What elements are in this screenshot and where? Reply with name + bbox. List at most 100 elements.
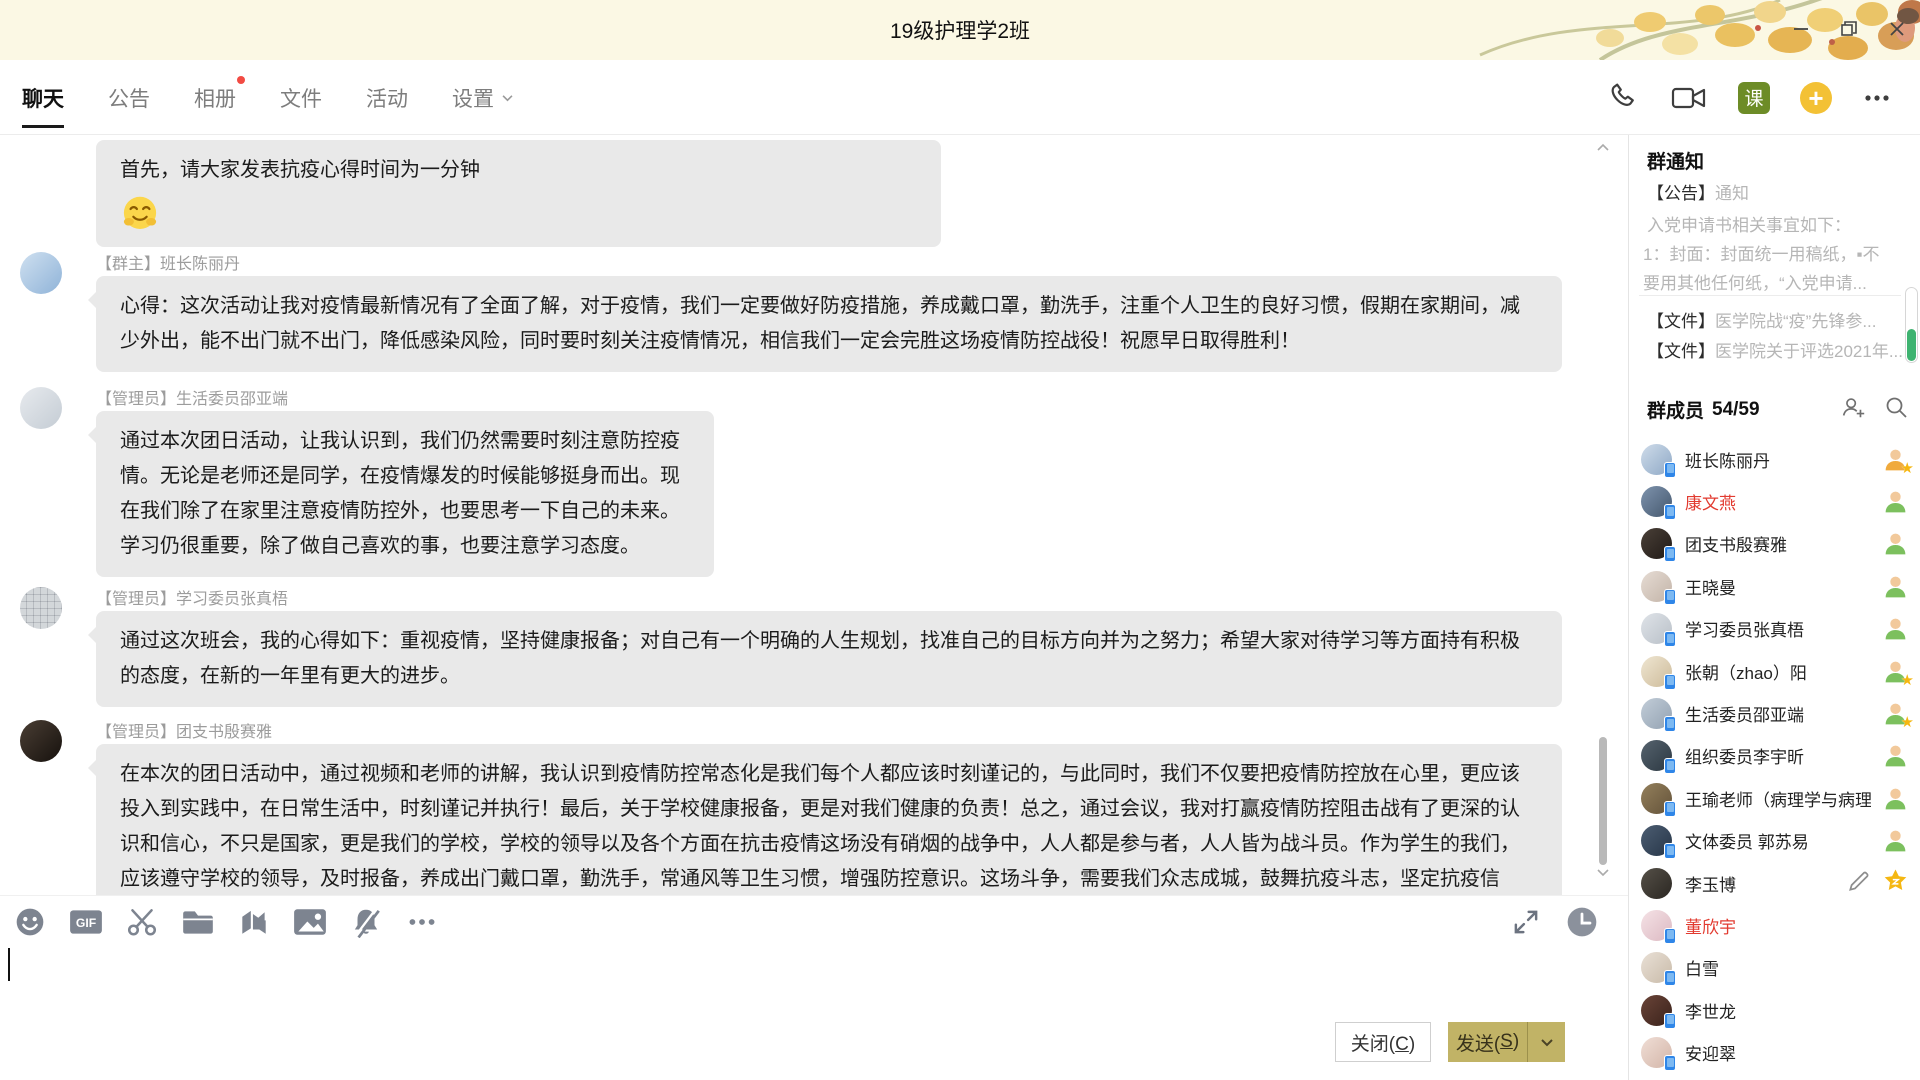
members-count: 54/59 (1712, 399, 1760, 421)
chat-message: 【管理员】学习委员张真梧通过这次班会，我的心得如下：重视疫情，坚持健康报备；对自… (20, 585, 1614, 707)
class-icon[interactable]: 课 (1738, 82, 1770, 114)
member-name: 安迎翠 (1685, 1040, 1736, 1065)
gold-star-icon (1882, 867, 1909, 899)
send-options-dropdown[interactable] (1527, 1022, 1565, 1062)
member-avatar[interactable] (1641, 952, 1672, 983)
file-notice-item[interactable]: 【文件】医学院关于评选2021年... (1647, 337, 1913, 362)
message-bubble: 通过这次班会，我的心得如下：重视疫情，坚持健康报备；对自己有一个明确的人生规划，… (96, 611, 1562, 707)
member-avatar[interactable] (1641, 486, 1672, 517)
video-call-icon[interactable] (1670, 82, 1708, 114)
sender-avatar[interactable] (20, 587, 62, 629)
voice-call-icon[interactable] (1606, 81, 1640, 115)
member-row[interactable]: 文体委员 郭苏易 (1629, 820, 1920, 862)
message-history-icon[interactable] (1564, 904, 1600, 940)
gif-icon[interactable]: GIF (68, 904, 104, 940)
send-file-icon[interactable] (180, 904, 216, 940)
member-avatar[interactable] (1641, 825, 1672, 856)
message-text: 在本次的团日活动中，通过视频和老师的讲解，我认识到疫情防控常态化是我们每个人都应… (120, 763, 1520, 895)
member-row[interactable]: 团支书殷赛雅 (1629, 523, 1920, 565)
member-row[interactable]: 李世龙 (1629, 989, 1920, 1031)
member-avatar[interactable] (1641, 698, 1672, 729)
sidebar-scrollbar-thumb[interactable] (1905, 287, 1918, 363)
member-avatar[interactable] (1641, 740, 1672, 771)
member-row[interactable]: 学习委员张真梧 (1629, 608, 1920, 650)
share-icon[interactable] (236, 904, 272, 940)
member-row[interactable]: 生活委员邵亚端 ★ (1629, 692, 1920, 734)
member-avatar[interactable] (1641, 1037, 1672, 1068)
member-row[interactable]: 张朝（zhao）阳★ (1629, 650, 1920, 692)
notice-preview-line[interactable]: 入党申请书相关事宜如下： (1647, 211, 1915, 236)
sender-avatar[interactable] (20, 720, 62, 762)
message-text: 首先，请大家发表抗疫心得时间为一分钟 (120, 159, 480, 181)
member-name: 班长陈丽丹 (1685, 447, 1770, 472)
tab-label: 活动 (366, 83, 408, 113)
file-notice-item[interactable]: 【文件】医学院战“疫”先锋参... (1647, 307, 1913, 332)
notice-divider (1639, 295, 1901, 296)
notice-preview-line[interactable]: 1：封面：封面统一用稿纸，▪不 (1643, 240, 1911, 265)
minimize-button[interactable] (1786, 14, 1816, 44)
member-row[interactable]: 王瑜老师（病理学与病理 (1629, 777, 1920, 819)
member-avatar[interactable] (1641, 444, 1672, 475)
more-tools-icon[interactable] (404, 904, 440, 940)
tab-公告[interactable]: 公告 (108, 60, 150, 135)
scroll-down-arrow-icon[interactable] (1596, 864, 1610, 882)
member-avatar[interactable] (1641, 910, 1672, 941)
close-chat-button[interactable]: 关闭(C) (1335, 1022, 1431, 1062)
announcement-item[interactable]: 【公告】通知 (1647, 179, 1749, 204)
group-sidebar: 群通知 【公告】通知 入党申请书相关事宜如下： 1：封面：封面统一用稿纸，▪不要用… (1628, 135, 1920, 1080)
screenshot-icon[interactable] (124, 904, 160, 940)
member-avatar[interactable] (1641, 995, 1672, 1026)
member-status-icon (1882, 530, 1909, 557)
chat-scrollbar-thumb[interactable] (1599, 737, 1607, 865)
member-row[interactable]: 康文燕 (1629, 480, 1920, 522)
sender-avatar[interactable] (20, 252, 62, 294)
chat-message: 首先，请大家发表抗疫心得时间为一分钟 (20, 140, 1614, 247)
member-row[interactable]: 白雪 (1629, 947, 1920, 989)
send-button[interactable]: 发送(S) (1448, 1022, 1565, 1062)
member-avatar[interactable] (1641, 656, 1672, 687)
message-bubble: 通过本次团日活动，让我认识到，我们仍然需要时刻注意防控疫情。无论是老师还是同学，… (96, 411, 714, 577)
member-name: 团支书殷赛雅 (1685, 531, 1787, 556)
emoji-icon[interactable] (12, 904, 48, 940)
member-row[interactable]: 班长陈丽丹★ (1629, 438, 1920, 480)
image-icon[interactable] (292, 904, 328, 940)
member-avatar[interactable] (1641, 783, 1672, 814)
member-row[interactable]: 组织委员李宇昕 (1629, 735, 1920, 777)
member-avatar[interactable] (1641, 528, 1672, 559)
member-avatar[interactable] (1641, 613, 1672, 644)
more-icon[interactable] (1862, 83, 1892, 113)
tab-活动[interactable]: 活动 (366, 60, 408, 135)
member-avatar[interactable] (1641, 868, 1672, 899)
message-composer[interactable]: GIF (0, 895, 1628, 1020)
mute-notifications-icon[interactable] (348, 904, 384, 940)
maximize-button[interactable] (1834, 14, 1864, 44)
tab-聊天[interactable]: 聊天 (22, 60, 64, 135)
group-notice-title: 群通知 (1647, 147, 1704, 174)
close-button[interactable] (1882, 14, 1912, 44)
member-row[interactable]: 王晓曼 (1629, 565, 1920, 607)
member-avatar[interactable] (1641, 571, 1672, 602)
scroll-up-arrow-icon[interactable] (1596, 139, 1610, 157)
add-member-icon[interactable] (1839, 393, 1867, 426)
sender-name: 【群主】班长陈丽丹 (96, 250, 1614, 276)
notice-preview-line[interactable]: 要用其他任何纸，“入党申请... (1643, 269, 1911, 294)
tab-文件[interactable]: 文件 (280, 60, 322, 135)
mobile-online-badge (1664, 843, 1676, 859)
add-icon[interactable]: + (1800, 82, 1832, 114)
tab-设置[interactable]: 设置 (452, 60, 514, 135)
tab-相册[interactable]: 相册 (194, 60, 236, 135)
member-status-icon (1882, 573, 1909, 600)
mobile-online-badge (1664, 928, 1676, 944)
sender-avatar[interactable] (20, 387, 62, 429)
member-name: 生活委员邵亚端 (1685, 701, 1804, 726)
member-row[interactable]: 安迎翠 (1629, 1031, 1920, 1073)
sender-name: 【管理员】学习委员张真梧 (96, 585, 1614, 611)
member-status-icon: ★ (1882, 700, 1909, 727)
mobile-online-badge (1664, 504, 1676, 520)
member-status-icon (1882, 827, 1909, 854)
expand-input-icon[interactable] (1508, 904, 1544, 940)
member-row[interactable]: 董欣宇 (1629, 904, 1920, 946)
member-name: 王瑜老师（病理学与病理 (1685, 786, 1871, 811)
member-row[interactable]: 李玉博 (1629, 862, 1920, 904)
search-member-icon[interactable] (1883, 394, 1909, 425)
